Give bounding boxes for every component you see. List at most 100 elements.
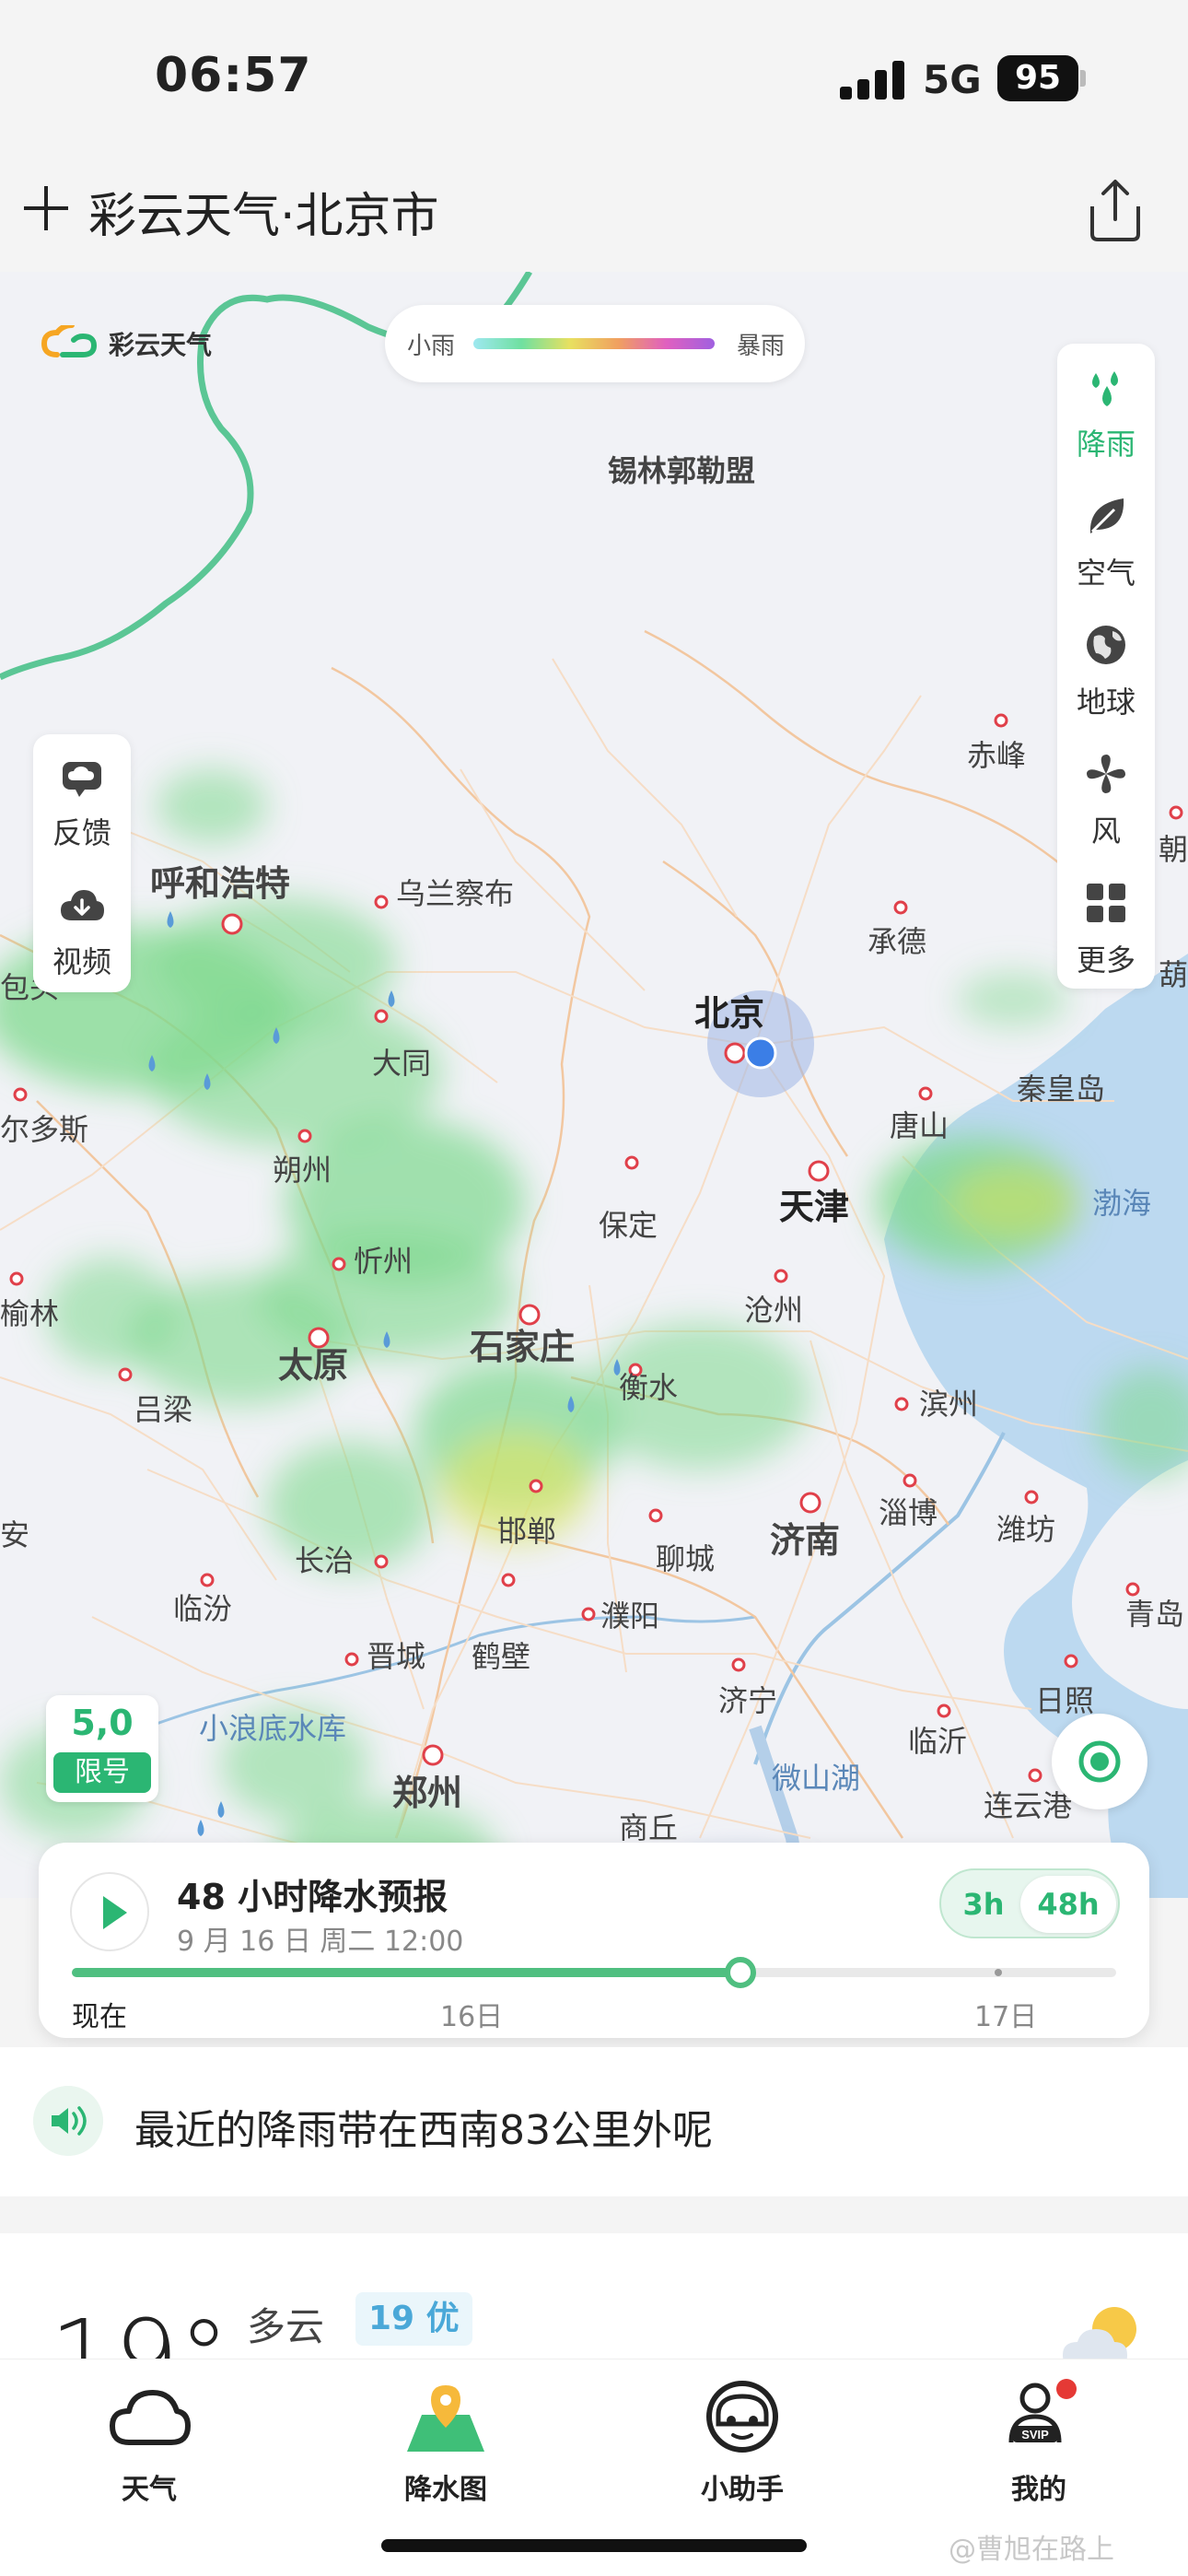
layer-wind[interactable]: 风 xyxy=(1057,731,1155,860)
assistant-icon xyxy=(706,2381,778,2453)
my-location-dot xyxy=(744,1036,777,1070)
plate-restriction-badge[interactable]: 5,0 限号 xyxy=(46,1695,158,1802)
rain-notice[interactable]: 最近的降雨带在西南83公里外呢 xyxy=(0,2047,1188,2196)
map-canvas[interactable]: 锡林郭勒盟 赤峰 呼和浩特 乌兰察布 承德 北京 包头 大同 秦皇岛 尔多斯 唐… xyxy=(0,272,1188,1898)
video-button[interactable]: 视频 xyxy=(33,863,131,992)
label-zhengzhou: 郑州 xyxy=(392,1774,462,1813)
page-title[interactable]: 彩云天气·北京市 xyxy=(88,177,439,246)
plate-numbers: 5,0 xyxy=(71,1703,134,1743)
cloud-feedback-icon xyxy=(63,762,101,797)
label-datong: 大同 xyxy=(372,1047,431,1080)
battery-icon: 95 xyxy=(997,55,1078,101)
home-indicator[interactable] xyxy=(381,2539,807,2552)
cloud-download-icon xyxy=(61,890,104,920)
label-baoding: 保定 xyxy=(599,1209,658,1242)
toggle-3h[interactable]: 3h xyxy=(950,1879,1017,1929)
legend-gradient xyxy=(473,338,715,349)
label-weifang: 潍坊 xyxy=(996,1513,1055,1546)
timeline-slider[interactable] xyxy=(72,1957,1116,1988)
label-shijiazhuang: 石家庄 xyxy=(470,1329,575,1367)
tab-rain-map[interactable]: 降水图 xyxy=(354,2378,538,2506)
aqi-badge: 19 优 xyxy=(355,2292,472,2346)
label-qingdao: 青岛 xyxy=(1125,1598,1184,1631)
label-beijing: 北京 xyxy=(694,995,764,1034)
label-an: 安 xyxy=(0,1518,29,1551)
label-hebi: 鹤壁 xyxy=(472,1640,530,1673)
label-cangzhou: 沧州 xyxy=(744,1294,803,1327)
tab-me[interactable]: SVIP 我的 xyxy=(947,2378,1131,2506)
brand-text: 彩云天气 xyxy=(109,330,213,360)
add-city-icon[interactable] xyxy=(20,182,72,234)
layer-panel: 降雨 空气 地球 风 更多 xyxy=(1057,344,1155,989)
rain-drops-icon xyxy=(1092,371,1118,406)
label-xilin: 锡林郭勒盟 xyxy=(608,454,755,487)
label-hengshui: 衡水 xyxy=(619,1371,678,1404)
timeline-fill xyxy=(72,1968,740,1977)
current-weather[interactable]: 19° 多云 19 优 xyxy=(0,2233,1188,2362)
tab-weather[interactable]: 天气 xyxy=(57,2378,241,2506)
rain-intensity-legend: 小雨 暴雨 xyxy=(385,305,805,382)
leaf-icon xyxy=(1089,498,1124,533)
label-huhe: 呼和浩特 xyxy=(150,865,290,904)
watermark: @曹旭在路上 xyxy=(949,2534,1114,2566)
label-zibo: 淄博 xyxy=(879,1496,938,1529)
label-handan: 邯郸 xyxy=(497,1515,556,1548)
tab-rain-map-label: 降水图 xyxy=(404,2474,487,2506)
forecast-card: 48 小时降水预报 9 月 16 日 周二 12:00 3h 48h 现在 16… xyxy=(39,1843,1149,2038)
forecast-title: 48 小时降水预报 xyxy=(177,1877,448,1917)
tab-weather-label: 天气 xyxy=(122,2474,177,2506)
label-bohai: 渤海 xyxy=(1092,1187,1151,1220)
play-button[interactable] xyxy=(70,1872,149,1951)
label-jinan: 济南 xyxy=(770,1522,840,1561)
legend-low: 小雨 xyxy=(407,333,456,360)
layer-more[interactable]: 更多 xyxy=(1057,860,1155,989)
toggle-48h[interactable]: 48h xyxy=(1020,1876,1116,1933)
svip-user-icon: SVIP xyxy=(1008,2379,1077,2443)
feedback-button[interactable]: 反馈 xyxy=(33,734,131,863)
label-jincheng: 晋城 xyxy=(367,1640,425,1673)
label-tangshan: 唐山 xyxy=(890,1109,949,1142)
caiyun-logo-icon xyxy=(41,325,98,357)
layer-rain[interactable]: 降雨 xyxy=(1057,344,1155,473)
label-linfen: 临汾 xyxy=(173,1592,232,1625)
feedback-label: 反馈 xyxy=(52,815,111,850)
label-jining: 济宁 xyxy=(718,1684,777,1717)
layer-more-label: 更多 xyxy=(1076,943,1136,978)
battery-tip xyxy=(1080,70,1086,87)
rain-map-icon xyxy=(407,2385,484,2452)
label-xinzhou: 忻州 xyxy=(354,1245,413,1278)
label-liaocheng: 聊城 xyxy=(656,1542,715,1575)
layer-air-label: 空气 xyxy=(1076,556,1136,591)
label-ordos: 尔多斯 xyxy=(0,1113,88,1146)
label-changzhi: 长治 xyxy=(295,1544,354,1577)
globe-icon xyxy=(1087,626,1125,664)
label-linyi: 临沂 xyxy=(908,1725,967,1758)
layer-globe[interactable]: 地球 xyxy=(1057,602,1155,731)
timeline-day-marker xyxy=(995,1969,1002,1976)
layer-air[interactable]: 空气 xyxy=(1057,473,1155,602)
tab-assistant-label: 小助手 xyxy=(701,2474,784,2506)
label-xiaolangdi: 小浪底水库 xyxy=(199,1712,346,1745)
status-bar: 06:57 5G 95 xyxy=(0,0,1188,157)
timeline-day2: 17日 xyxy=(974,2001,1038,2033)
speaker-icon xyxy=(33,2086,103,2156)
fan-icon xyxy=(1087,755,1125,793)
timeline-handle[interactable] xyxy=(724,1957,756,1988)
notice-text: 最近的降雨带在西南83公里外呢 xyxy=(134,2107,713,2154)
yellow-river xyxy=(753,1432,1006,1765)
share-icon[interactable] xyxy=(1085,177,1146,243)
label-rizhao: 日照 xyxy=(1035,1684,1094,1717)
tool-panel: 反馈 视频 xyxy=(33,734,131,992)
tab-assistant[interactable]: 小助手 xyxy=(650,2378,834,2506)
legend-high: 暴雨 xyxy=(736,333,785,360)
label-taiyuan: 太原 xyxy=(278,1347,348,1386)
layer-rain-label: 降雨 xyxy=(1076,427,1136,462)
label-huludao: 葫 xyxy=(1159,958,1188,991)
video-label: 视频 xyxy=(52,944,111,979)
rain-map[interactable]: 锡林郭勒盟 赤峰 呼和浩特 乌兰察布 承德 北京 包头 大同 秦皇岛 尔多斯 唐… xyxy=(0,272,1188,1898)
label-weishan: 微山湖 xyxy=(772,1762,860,1795)
plate-label: 限号 xyxy=(53,1752,151,1793)
timeline-now: 现在 xyxy=(72,2001,127,2033)
grid-icon xyxy=(1087,884,1125,922)
locate-button[interactable] xyxy=(1052,1714,1147,1809)
